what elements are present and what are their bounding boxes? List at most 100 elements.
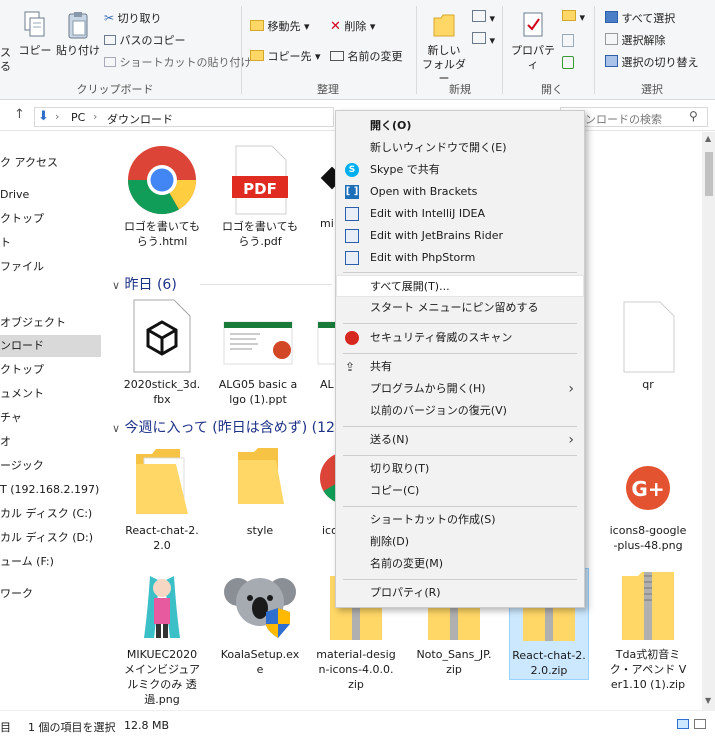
- easy-access-button[interactable]: ▾: [472, 32, 495, 47]
- scroll-down-icon[interactable]: ▼: [705, 696, 711, 705]
- scroll-up-icon[interactable]: ▲: [705, 134, 711, 143]
- move-to-button[interactable]: 移動先 ▾: [250, 18, 310, 34]
- menu-item-skype-share[interactable]: S Skype で共有: [336, 159, 584, 181]
- select-all-label: すべて選択: [621, 12, 676, 25]
- large-icons-view-icon[interactable]: [694, 719, 706, 729]
- up-arrow-icon[interactable]: ↑: [14, 107, 25, 122]
- menu-item-properties[interactable]: プロパティ(R): [336, 582, 584, 604]
- breadcrumb-downloads[interactable]: ダウンロード: [107, 111, 173, 127]
- nav-item-local-disk-d[interactable]: カル ディスク (D:): [0, 527, 101, 549]
- file-item[interactable]: 2020stick_3d.fbx: [122, 298, 202, 407]
- chevron-down-icon: ∨: [112, 279, 121, 292]
- menu-item-label: Skype で共有: [370, 163, 440, 176]
- file-item[interactable]: PDF ロゴを書いてもらう.pdf: [220, 144, 300, 249]
- nav-item-quick-access[interactable]: ク アクセス: [0, 152, 101, 174]
- menu-item-cut[interactable]: 切り取り(T): [336, 458, 584, 480]
- file-item[interactable]: MIKUEC2020メインビジュアルミクのみ 透過.png: [122, 568, 202, 707]
- menu-item-open[interactable]: 開く(O): [336, 115, 584, 137]
- invert-selection-button[interactable]: 選択の切り替え: [605, 54, 699, 70]
- file-item[interactable]: style: [220, 444, 300, 538]
- delete-button[interactable]: ✕ 削除 ▾: [330, 18, 375, 34]
- menu-item-open-with[interactable]: プログラムから開く(H) ›: [336, 378, 584, 400]
- nav-item-desktop[interactable]: クトップ: [0, 208, 101, 230]
- rename-icon: [330, 51, 344, 61]
- paste-shortcut-button[interactable]: ショートカットの貼り付け: [104, 54, 252, 70]
- menu-item-delete[interactable]: 削除(D): [336, 531, 584, 553]
- menu-item-edit-phpstorm[interactable]: Edit with PhpStorm: [336, 247, 584, 269]
- nav-item-music[interactable]: ージック: [0, 455, 101, 477]
- open-button[interactable]: ▾: [562, 10, 585, 24]
- group-header-yesterday[interactable]: ∨ 昨日 (6): [112, 274, 177, 294]
- copy-path-button[interactable]: パスのコピー: [104, 32, 186, 48]
- nav-item-volume-f[interactable]: ューム (F:): [0, 551, 101, 573]
- menu-item-extract-all[interactable]: すべて展開(T)...: [336, 275, 584, 297]
- menu-item-share[interactable]: ⇪ 共有: [336, 356, 584, 378]
- koala-installer-icon: [224, 578, 296, 638]
- paste-button[interactable]: 貼り付け: [55, 10, 101, 58]
- menu-item-label: 送る(N): [370, 433, 409, 446]
- details-view-icon[interactable]: [677, 719, 689, 729]
- select-none-button[interactable]: 選択解除: [605, 32, 666, 48]
- submenu-arrow-icon: ›: [568, 432, 574, 448]
- vertical-scrollbar[interactable]: ▲ ▼: [702, 132, 715, 710]
- nav-item-network[interactable]: ワーク: [0, 583, 101, 605]
- search-input[interactable]: ンロードの検索: [585, 111, 662, 127]
- status-bar: 目 1 個の項目を選択 12.8 MB: [0, 710, 715, 740]
- menu-item-pin-to-start[interactable]: スタート メニューにピン留めする: [336, 297, 584, 319]
- copy-button[interactable]: コピー: [18, 10, 52, 58]
- nav-item-desktop-2[interactable]: クトップ: [0, 359, 101, 381]
- new-folder-icon: [433, 14, 455, 37]
- history-button[interactable]: [562, 56, 574, 72]
- menu-item-open-new-window[interactable]: 新しいウィンドウで開く(E): [336, 137, 584, 159]
- menu-item-create-shortcut[interactable]: ショートカットの作成(S): [336, 509, 584, 531]
- selection-status: 1 個の項目を選択: [28, 721, 116, 734]
- file-item[interactable]: Tda式初音ミク・アペンド Ver1.10 (1).zip: [608, 568, 688, 692]
- copy-to-button[interactable]: コピー先 ▾: [250, 48, 321, 64]
- breadcrumb-pc[interactable]: PC: [71, 111, 85, 124]
- breadcrumb-chevron-icon: ›: [93, 110, 98, 123]
- scrollbar-thumb[interactable]: [705, 152, 713, 196]
- menu-item-edit-rider[interactable]: Edit with JetBrains Rider: [336, 225, 584, 247]
- new-folder-button[interactable]: 新しい フォルダー: [420, 10, 468, 86]
- file-item[interactable]: qr: [608, 298, 688, 392]
- edit-button[interactable]: [562, 34, 574, 50]
- menu-item-copy[interactable]: コピー(C): [336, 480, 584, 502]
- nav-item-downloads[interactable]: ンロード: [0, 335, 101, 357]
- search-icon[interactable]: ⚲: [689, 109, 698, 123]
- file-item[interactable]: ALG05 basic algo (1).ppt: [218, 298, 298, 407]
- menu-item-security-scan[interactable]: セキュリティ脅威のスキャン: [336, 327, 584, 349]
- nav-item-pictures[interactable]: チャ: [0, 407, 101, 429]
- file-item[interactable]: KoalaSetup.exe: [220, 568, 300, 677]
- menu-item-rename[interactable]: 名前の変更(M): [336, 553, 584, 575]
- nav-item-network-drive[interactable]: T (192.168.2.197): [0, 479, 101, 501]
- new-item-button[interactable]: ▾: [472, 10, 495, 25]
- menu-item-edit-intellij[interactable]: Edit with IntelliJ IDEA: [336, 203, 584, 225]
- nav-item-files[interactable]: ファイル: [0, 256, 101, 278]
- menu-item-open-with-brackets[interactable]: [ ] Open with Brackets: [336, 181, 584, 203]
- paste-label: 貼り付け: [56, 44, 100, 57]
- menu-item-label: Edit with IntelliJ IDEA: [370, 207, 486, 220]
- file-name: React-chat-2.2.0: [125, 524, 199, 552]
- nav-item-onedrive[interactable]: Drive: [0, 184, 101, 206]
- menu-item-restore-previous[interactable]: 以前のバージョンの復元(V): [336, 400, 584, 422]
- nav-item-documents-short[interactable]: ト: [0, 232, 101, 254]
- history-icon: [562, 56, 574, 69]
- address-field[interactable]: ⬇ › PC › ダウンロード: [34, 107, 334, 127]
- select-all-icon: [605, 11, 618, 23]
- rename-button[interactable]: 名前の変更: [330, 48, 403, 64]
- menu-item-send-to[interactable]: 送る(N) ›: [336, 429, 584, 451]
- file-item[interactable]: G+ icons8-google-plus-48.png: [608, 444, 688, 553]
- select-all-button[interactable]: すべて選択: [605, 10, 675, 26]
- nav-item-documents[interactable]: ュメント: [0, 383, 101, 405]
- group-divider: [200, 284, 332, 285]
- properties-button[interactable]: プロパティ: [508, 10, 558, 72]
- group-header-this-week[interactable]: ∨ 今週に入って (昨日は含めず) (12): [112, 417, 340, 437]
- nav-item-videos[interactable]: オ: [0, 431, 101, 453]
- menu-item-label: 新しいウィンドウで開く(E): [370, 141, 507, 154]
- context-menu: 開く(O) 新しいウィンドウで開く(E) S Skype で共有 [ ] Ope…: [335, 110, 585, 608]
- cut-button[interactable]: ✂ 切り取り: [104, 10, 162, 26]
- file-item[interactable]: React-chat-2.2.0: [122, 444, 202, 553]
- nav-item-3d-objects[interactable]: オブジェクト: [0, 312, 101, 334]
- file-item[interactable]: ロゴを書いてもらう.html: [122, 144, 202, 249]
- nav-item-local-disk-c[interactable]: カル ディスク (C:): [0, 503, 101, 525]
